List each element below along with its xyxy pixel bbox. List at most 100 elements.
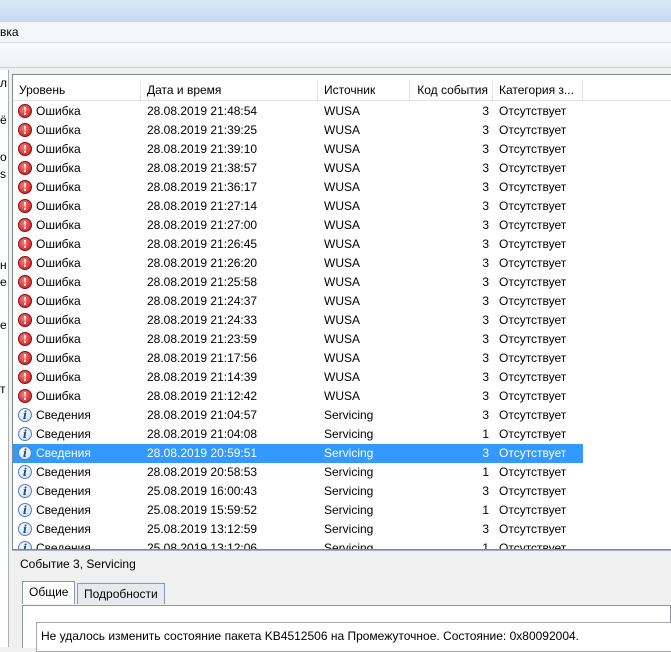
cell-category: Отсутствует — [499, 161, 567, 175]
table-row[interactable]: ! Ошибка 28.08.2019 21:23:59 WUSA 3 Отсутству… — [13, 330, 583, 349]
cell-event-code: 3 — [482, 294, 489, 308]
table-row[interactable]: i Сведения 25.08.2019 15:59:52 Servicing 1 От… — [13, 501, 583, 520]
cell-event-code: 3 — [482, 370, 489, 384]
navigation-tree-pane[interactable]: л ё о s н е е т — [0, 70, 9, 647]
cell-datetime: 28.08.2019 21:39:25 — [147, 123, 258, 137]
table-row[interactable]: i Сведения 25.08.2019 13:12:59 Servicing 3 От… — [13, 520, 583, 539]
cell-source: WUSA — [324, 275, 360, 289]
table-row[interactable]: ! Ошибка 28.08.2019 21:48:54 WUSA 3 Отсутству… — [13, 102, 583, 121]
column-header-datetime[interactable]: Дата и время — [141, 80, 318, 100]
cell-level: Ошибка — [36, 161, 81, 175]
cell-event-code: 3 — [482, 522, 489, 536]
cell-event-code: 3 — [482, 161, 489, 175]
tab-general[interactable]: Общие — [22, 581, 76, 604]
cell-level: Сведения — [36, 465, 91, 479]
error-icon: ! — [18, 313, 32, 327]
cell-datetime: 28.08.2019 21:17:56 — [147, 351, 258, 365]
column-header-source[interactable]: Источник — [318, 80, 410, 100]
cell-level: Ошибка — [36, 142, 81, 156]
event-message-box[interactable]: Не удалось изменить состояние пакета KB4… — [36, 622, 671, 652]
table-row[interactable]: i Сведения 28.08.2019 21:04:08 Servicing 1 От… — [13, 425, 583, 444]
table-row[interactable]: ! Ошибка 28.08.2019 21:25:58 WUSA 3 Отсутству… — [13, 273, 583, 292]
cell-datetime: 25.08.2019 13:12:59 — [147, 522, 258, 536]
cell-source: WUSA — [324, 123, 360, 137]
cell-source: WUSA — [324, 313, 360, 327]
cell-event-code: 3 — [482, 142, 489, 156]
table-row[interactable]: ! Ошибка 28.08.2019 21:39:25 WUSA 3 Отсутству… — [13, 121, 583, 140]
cell-event-code: 3 — [482, 484, 489, 498]
table-row[interactable]: ! Ошибка 28.08.2019 21:12:42 WUSA 3 Отсутству… — [13, 387, 583, 406]
cell-event-code: 3 — [482, 180, 489, 194]
cell-source: Servicing — [324, 484, 374, 498]
tree-fragment: е — [0, 318, 7, 332]
table-row[interactable]: ! Ошибка 28.08.2019 21:36:17 WUSA 3 Отсутству… — [13, 178, 583, 197]
cell-level: Ошибка — [36, 104, 81, 118]
cell-event-code: 3 — [482, 408, 489, 422]
cell-datetime: 28.08.2019 21:23:59 — [147, 332, 258, 346]
cell-level: Сведения — [36, 408, 91, 422]
info-icon: i — [18, 446, 32, 460]
table-row[interactable]: ! Ошибка 28.08.2019 21:24:33 WUSA 3 Отсутству… — [13, 311, 583, 330]
error-icon: ! — [18, 389, 32, 403]
general-tab-content: Не удалось изменить состояние пакета KB4… — [22, 605, 671, 652]
info-icon: i — [18, 522, 32, 536]
info-icon: i — [18, 465, 32, 479]
tab-details[interactable]: Подробности — [77, 583, 165, 604]
cell-event-code: 3 — [482, 237, 489, 251]
table-row[interactable]: i Сведения 25.08.2019 16:00:43 Servicing 3 От… — [13, 482, 583, 501]
error-icon: ! — [18, 161, 32, 175]
cell-level: Ошибка — [36, 351, 81, 365]
cell-source: WUSA — [324, 104, 360, 118]
cell-source: Servicing — [324, 427, 374, 441]
info-icon: i — [18, 408, 32, 422]
cell-category: Отсутствует — [499, 465, 567, 479]
table-row[interactable]: ! Ошибка 28.08.2019 21:39:10 WUSA 3 Отсутству… — [13, 140, 583, 159]
cell-event-code: 3 — [482, 123, 489, 137]
info-icon: i — [18, 541, 32, 549]
error-icon: ! — [18, 237, 32, 251]
error-icon: ! — [18, 199, 32, 213]
error-icon: ! — [18, 180, 32, 194]
table-row[interactable]: i Сведения 28.08.2019 20:59:51 Servicing 3 От… — [13, 444, 583, 463]
column-header-event-code[interactable]: Код события — [410, 80, 493, 100]
cell-source: Servicing — [324, 446, 374, 460]
table-row[interactable]: ! Ошибка 28.08.2019 21:26:20 WUSA 3 Отсутству… — [13, 254, 583, 273]
table-row[interactable]: ! Ошибка 28.08.2019 21:14:39 WUSA 3 Отсутству… — [13, 368, 583, 387]
cell-source: WUSA — [324, 199, 360, 213]
table-row[interactable]: i Сведения 28.08.2019 20:58:53 Servicing 1 От… — [13, 463, 583, 482]
cell-level: Ошибка — [36, 256, 81, 270]
cell-level: Ошибка — [36, 180, 81, 194]
cell-category: Отсутствует — [499, 503, 567, 517]
menu-item-partial[interactable]: вка — [0, 25, 19, 39]
table-row[interactable]: i Сведения 28.08.2019 21:04:57 Servicing 3 От… — [13, 406, 583, 425]
cell-source: WUSA — [324, 370, 360, 384]
table-row[interactable]: ! Ошибка 28.08.2019 21:26:45 WUSA 3 Отсутству… — [13, 235, 583, 254]
table-row[interactable]: ! Ошибка 28.08.2019 21:38:57 WUSA 3 Отсутству… — [13, 159, 583, 178]
toolbar — [0, 43, 671, 68]
cell-level: Ошибка — [36, 313, 81, 327]
tree-fragment: ё — [0, 113, 7, 127]
error-icon: ! — [18, 218, 32, 232]
cell-source: WUSA — [324, 161, 360, 175]
event-detail-pane: Событие 3, Servicing Общие Подробности Н… — [12, 550, 671, 652]
table-row[interactable]: ! Ошибка 28.08.2019 21:27:14 WUSA 3 Отсутству… — [13, 197, 583, 216]
cell-event-code: 3 — [482, 199, 489, 213]
cell-datetime: 28.08.2019 21:26:20 — [147, 256, 258, 270]
error-icon: ! — [18, 294, 32, 308]
cell-level: Сведения — [36, 541, 91, 550]
column-header-category[interactable]: Категория з... — [493, 80, 583, 100]
table-row[interactable]: i Сведения 25.08.2019 13:12:06 Servicing 1 От… — [13, 539, 583, 550]
cell-category: Отсутствует — [499, 294, 567, 308]
detail-tabs: Общие Подробности — [22, 581, 671, 605]
error-icon: ! — [18, 104, 32, 118]
column-header-level[interactable]: Уровень — [13, 80, 141, 100]
events-list[interactable]: Уровень Дата и время Источник Код событи… — [12, 74, 671, 550]
cell-category: Отсутствует — [499, 123, 567, 137]
table-row[interactable]: ! Ошибка 28.08.2019 21:24:37 WUSA 3 Отсутству… — [13, 292, 583, 311]
cell-source: WUSA — [324, 294, 360, 308]
cell-event-code: 3 — [482, 256, 489, 270]
table-row[interactable]: ! Ошибка 28.08.2019 21:27:00 WUSA 3 Отсутству… — [13, 216, 583, 235]
cell-level: Ошибка — [36, 123, 81, 137]
table-row[interactable]: ! Ошибка 28.08.2019 21:17:56 WUSA 3 Отсутству… — [13, 349, 583, 368]
cell-event-code: 3 — [482, 313, 489, 327]
